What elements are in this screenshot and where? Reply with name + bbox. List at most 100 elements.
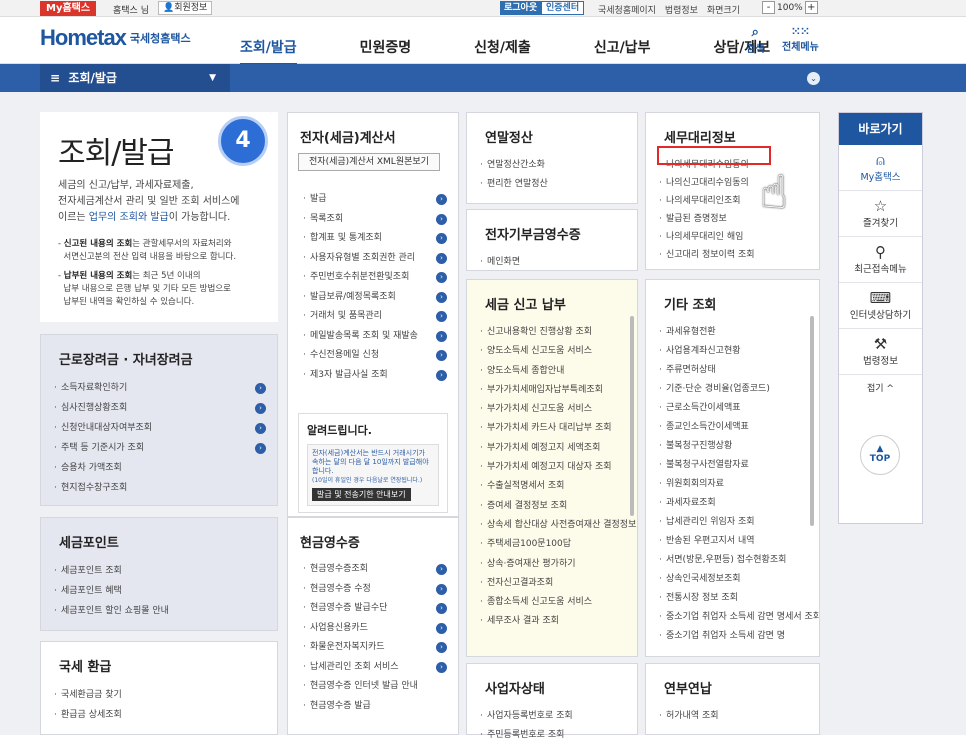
list-item[interactable]: 증여세 결정정보 조회 — [467, 497, 637, 517]
list-item[interactable]: 양도소득세 종합안내 — [467, 362, 637, 382]
tax-filing-scrollbar[interactable] — [630, 316, 634, 516]
list-item[interactable]: 종합소득세 신고도움 서비스 — [467, 593, 637, 613]
nav-certificate[interactable]: 민원증명 — [360, 37, 412, 66]
section-dropdown[interactable]: ≡ 조회/발급 ▼ — [40, 64, 230, 92]
list-item[interactable]: 상속세 합산대상 사전증여재산 결정정보 조회 — [467, 516, 637, 536]
list-item[interactable]: 불복청구사전열람자료 — [646, 456, 819, 475]
list-item[interactable]: 소득자료확인하기› — [41, 378, 277, 398]
list-item[interactable]: 사업용신용카드› — [290, 619, 450, 639]
xml-view-button[interactable]: 전자(세금)계산서 XML원본보기 — [298, 153, 440, 171]
list-item[interactable]: 주택 등 기준시가 조회› — [41, 438, 277, 458]
list-item[interactable]: 현금영수증 수정› — [290, 580, 450, 600]
list-item[interactable]: 납세관리인 조회 서비스› — [290, 658, 450, 678]
list-item[interactable]: 심사진행상황조회› — [41, 398, 277, 418]
list-item[interactable]: 현금영수증 발급 — [290, 697, 450, 717]
quick-law[interactable]: ⚒ 법령정보 — [839, 329, 922, 375]
list-item[interactable]: 환급금 상세조회 — [41, 705, 277, 725]
list-item[interactable]: 위원회회의자료 — [646, 475, 819, 494]
list-item[interactable]: 세금포인트 조회 — [41, 561, 277, 581]
list-item[interactable]: 부가가치세 예정고지 대상자 조회 — [467, 458, 637, 478]
list-item[interactable]: 양도소득세 신고도움 서비스 — [467, 342, 637, 362]
list-item[interactable]: 기준·단순 경비율(업종코드) — [646, 380, 819, 399]
logout-button[interactable]: 로그아웃 — [500, 1, 542, 15]
list-item[interactable]: 화물운전자복지카드› — [290, 638, 450, 658]
list-item[interactable]: 제3자 발급사실 조회› — [290, 366, 450, 386]
list-item[interactable]: 수신전용메일 신청› — [290, 346, 450, 366]
list-item[interactable]: 종교인소득간이세액표 — [646, 418, 819, 437]
list-item[interactable]: 합계표 및 통계조회› — [290, 229, 450, 249]
quick-counsel[interactable]: ⌨ 인터넷상담하기 — [839, 283, 922, 329]
list-item[interactable]: 발급› — [290, 190, 450, 210]
search-button[interactable]: ⌕ 검색 — [746, 25, 764, 55]
member-info-button[interactable]: 👤회원정보 — [158, 1, 213, 15]
list-item[interactable]: 상속·증여재산 평가하기 — [467, 555, 637, 575]
list-item[interactable]: 주류면허상태 — [646, 361, 819, 380]
list-item[interactable]: 승용차 가액조회 — [41, 458, 277, 478]
list-item[interactable]: 납세관리인 위임자 조회 — [646, 513, 819, 532]
list-item[interactable]: 불복청구진행상황 — [646, 437, 819, 456]
nav-application[interactable]: 신청/제출 — [474, 37, 531, 66]
list-item[interactable]: 주민번호수취분전환및조회› — [290, 268, 450, 288]
list-item[interactable]: 전자신고결과조회 — [467, 574, 637, 594]
quick-favorites[interactable]: ☆ 즐겨찾기 — [839, 191, 922, 237]
all-menu-button[interactable]: ⁙⁙ 전체메뉴 — [782, 25, 819, 53]
quick-recent[interactable]: ⚲ 최근접속메뉴 — [839, 237, 922, 283]
list-item[interactable]: 사용자유형별 조회권한 관리› — [290, 249, 450, 269]
zoom-in-button[interactable]: + — [804, 1, 818, 14]
zoom-out-button[interactable]: - — [762, 1, 775, 14]
list-item[interactable]: 목록조회› — [290, 210, 450, 230]
list-item[interactable]: 편리한 연말정산 — [467, 175, 637, 194]
top-button[interactable]: ▲ TOP — [860, 435, 900, 475]
list-item[interactable]: 메일발송목록 조회 및 재발송› — [290, 327, 450, 347]
list-item[interactable]: 신고내용확인 진행상황 조회 — [467, 323, 637, 343]
list-item[interactable]: 현금영수증 인터넷 발급 안내 — [290, 677, 450, 697]
list-item[interactable]: 거래처 및 품목관리› — [290, 307, 450, 327]
list-item[interactable]: 현금영수증조회› — [290, 560, 450, 580]
list-item[interactable]: 부가가치세 카드사 대리납부 조회 — [467, 419, 637, 439]
list-item[interactable]: 부가가치세매입자납부특례조회 — [467, 381, 637, 401]
list-item[interactable]: 중소기업 취업자 소득세 감면 명세서 조회 — [646, 608, 819, 627]
list-item[interactable]: 부가가치세 신고도움 서비스 — [467, 400, 637, 420]
mytax-link[interactable]: My홈택스 — [40, 1, 97, 16]
list-item[interactable]: 부가가치세 예정고지 세액조회 — [467, 439, 637, 459]
cert-center-button[interactable]: 인증센터 — [541, 1, 585, 15]
list-item[interactable]: 발급된 증명정보 — [646, 210, 819, 228]
list-item[interactable]: 주택세금100문100답 — [467, 535, 637, 555]
list-item[interactable]: 현금영수증 발급수단› — [290, 599, 450, 619]
list-item[interactable]: 발급보류/예정목록조회› — [290, 288, 450, 308]
list-item[interactable]: 나의세무대리인조회 — [646, 192, 819, 210]
fold-button[interactable]: 접기 ^ — [839, 375, 922, 394]
list-item[interactable]: 신고대리 정보이력 조회 — [646, 246, 819, 264]
list-item[interactable]: 신청안내대상자여부조회› — [41, 418, 277, 438]
hometax-logo[interactable]: Hometax 국세청홈택스 — [40, 25, 191, 51]
list-item[interactable]: 국세환급금 찾기 — [41, 685, 277, 705]
list-item[interactable]: 허가내역 조회 — [646, 707, 819, 726]
list-item[interactable]: 메인화면 — [467, 253, 637, 272]
list-item[interactable]: 현지접수창구조회 — [41, 478, 277, 498]
list-item[interactable]: 과세유형전환 — [646, 323, 819, 342]
list-item[interactable]: 전통시장 정보 조회 — [646, 589, 819, 608]
list-item[interactable]: 세금포인트 혜택 — [41, 581, 277, 601]
list-item[interactable]: 주민등록번호로 조회 — [467, 726, 637, 745]
nav-inquiry[interactable]: 조회/발급 — [240, 37, 297, 66]
nav-filing[interactable]: 신고/납부 — [594, 37, 651, 66]
list-item[interactable]: 연말정산간소화 — [467, 156, 637, 175]
list-item[interactable]: 사업용계좌신고현황 — [646, 342, 819, 361]
list-item[interactable]: 상속인국세정보조회 — [646, 570, 819, 589]
top-link-nts[interactable]: 국세청홈페이지 — [598, 6, 656, 16]
deadline-guide-button[interactable]: 발급 및 전송기한 안내보기 — [312, 488, 411, 501]
list-item[interactable]: 과세자료조회 — [646, 494, 819, 513]
list-item[interactable]: 나의세무대리인 해임 — [646, 228, 819, 246]
list-item[interactable]: 사업자등록번호로 조회 — [467, 707, 637, 726]
quick-mytax[interactable]: ⍝ My홈택스 — [839, 145, 922, 191]
list-item[interactable]: 근로소득간이세액표 — [646, 399, 819, 418]
list-item[interactable]: 세금포인트 할인 쇼핑몰 안내 — [41, 601, 277, 621]
list-item[interactable]: 반송된 우편고지서 내역 — [646, 532, 819, 551]
expand-button[interactable]: ⌄ — [807, 72, 820, 85]
other-inquiry-scrollbar[interactable] — [810, 316, 814, 526]
list-item[interactable]: 세무조사 결과 조회 — [467, 612, 637, 632]
list-item[interactable]: 중소기업 취업자 소득세 감면 명 — [646, 627, 819, 646]
list-item[interactable]: 수출실적명세서 조회 — [467, 477, 637, 497]
list-item[interactable]: 서면(방문,우편등) 접수현황조회 — [646, 551, 819, 570]
top-link-law[interactable]: 법령정보 — [665, 6, 698, 16]
